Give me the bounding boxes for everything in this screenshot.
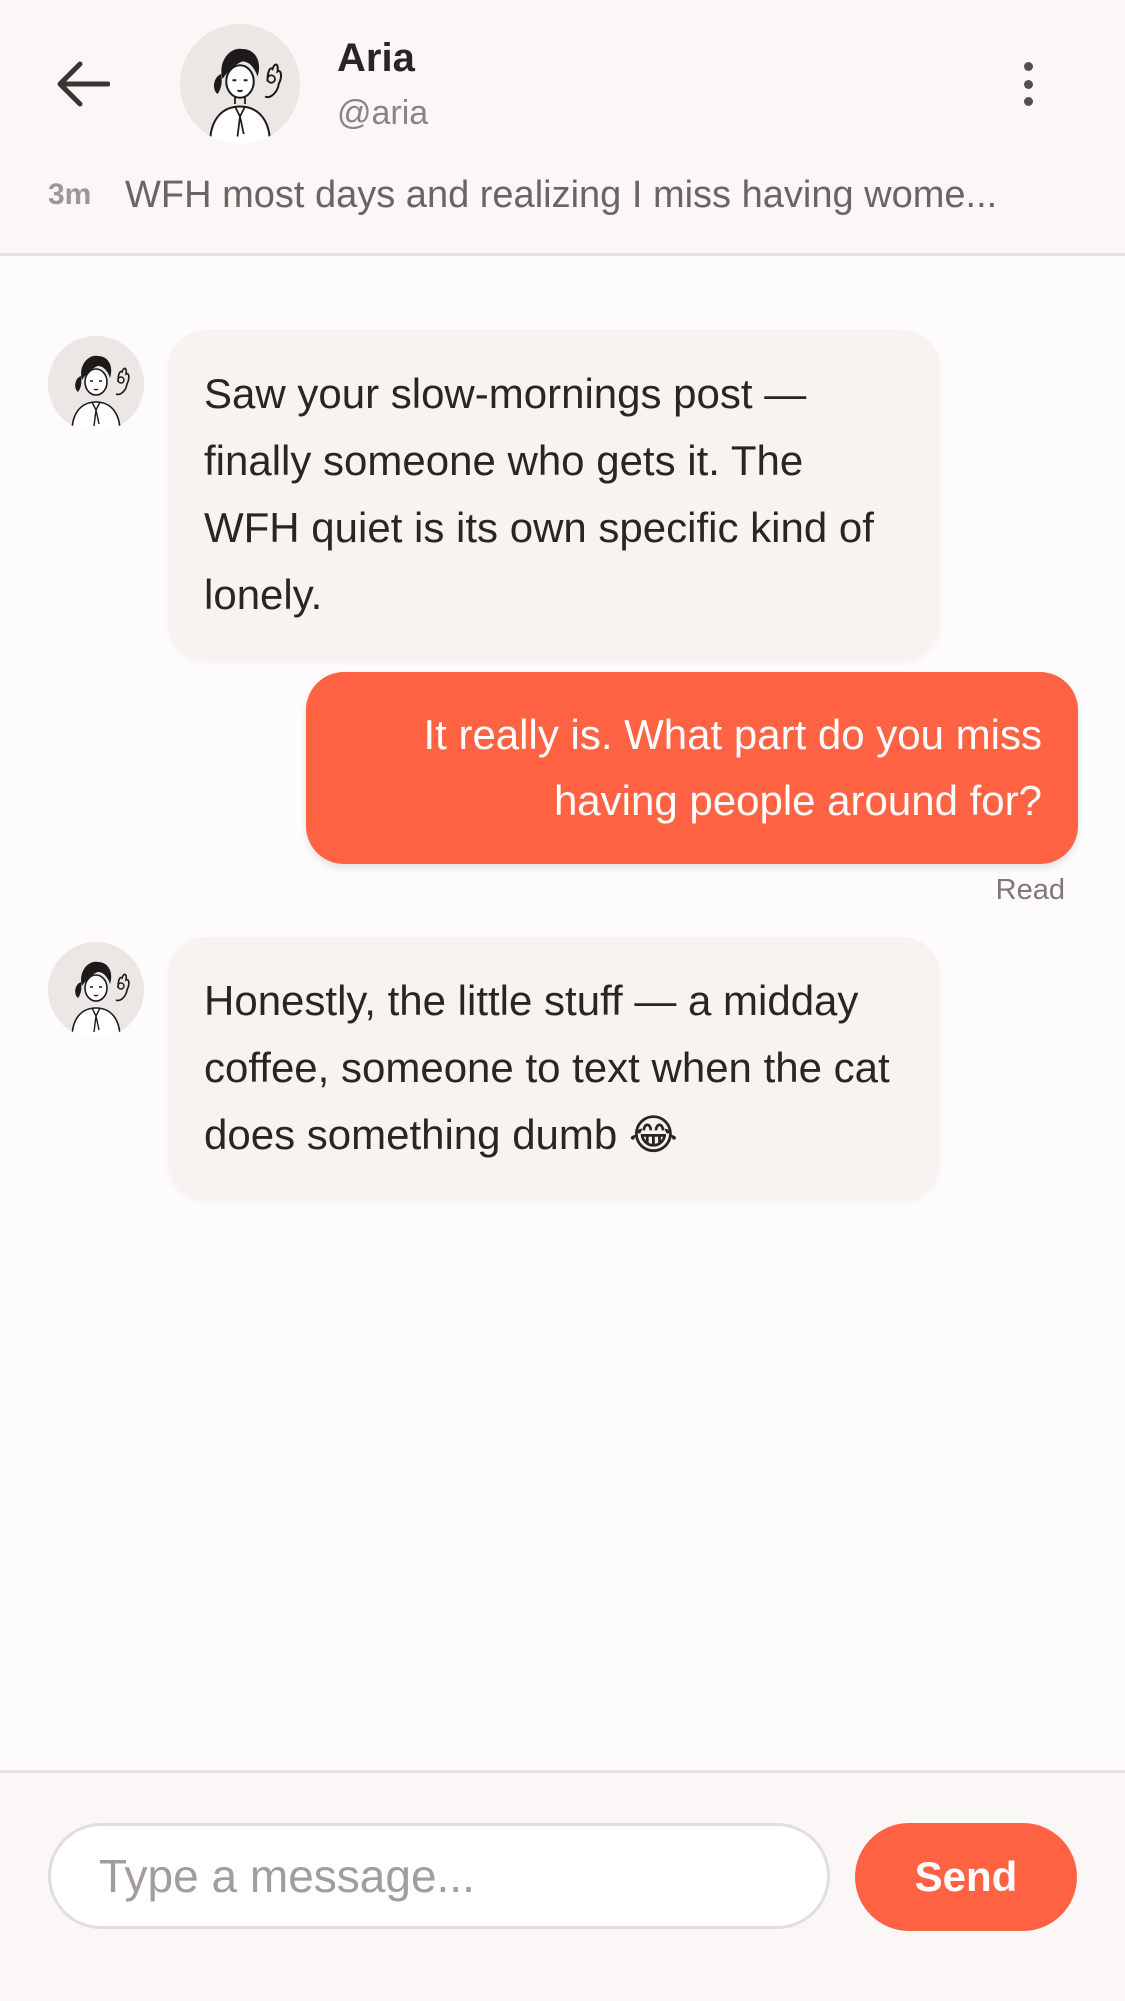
message-composer: Send xyxy=(0,1770,1125,2001)
chat-header: Aria @aria 3m WFH most days and realizin… xyxy=(0,0,1125,256)
more-vertical-icon-dot xyxy=(1023,97,1033,106)
arrow-left-icon xyxy=(57,61,110,107)
message-input[interactable] xyxy=(48,1823,830,1929)
avatar-illustration-icon xyxy=(48,942,144,1038)
more-vertical-icon-dot xyxy=(1023,79,1033,89)
context-timestamp: 3m xyxy=(48,178,92,211)
contact-handle: @aria xyxy=(337,94,429,132)
incoming-message-bubble[interactable]: Honestly, the little stuff — a midday co… xyxy=(168,937,940,1200)
more-options-button[interactable] xyxy=(1010,56,1046,112)
chat-screen: Aria @aria 3m WFH most days and realizin… xyxy=(0,0,1125,2001)
back-button[interactable] xyxy=(52,56,112,112)
contact-name: Aria xyxy=(337,36,415,80)
incoming-message-bubble[interactable]: Saw your slow-mornings post — finally so… xyxy=(168,330,940,660)
read-receipt: Read xyxy=(995,874,1065,906)
avatar-illustration-icon xyxy=(180,24,300,144)
outgoing-message-bubble[interactable]: It really is. What part do you miss havi… xyxy=(306,672,1078,864)
sender-avatar[interactable] xyxy=(48,336,144,432)
more-vertical-icon xyxy=(1023,62,1033,71)
avatar[interactable] xyxy=(180,24,300,144)
send-button[interactable]: Send xyxy=(855,1823,1077,1931)
avatar-illustration-icon xyxy=(48,336,144,432)
sender-avatar[interactable] xyxy=(48,942,144,1038)
context-post-preview[interactable]: WFH most days and realizing I miss havin… xyxy=(125,174,1085,217)
